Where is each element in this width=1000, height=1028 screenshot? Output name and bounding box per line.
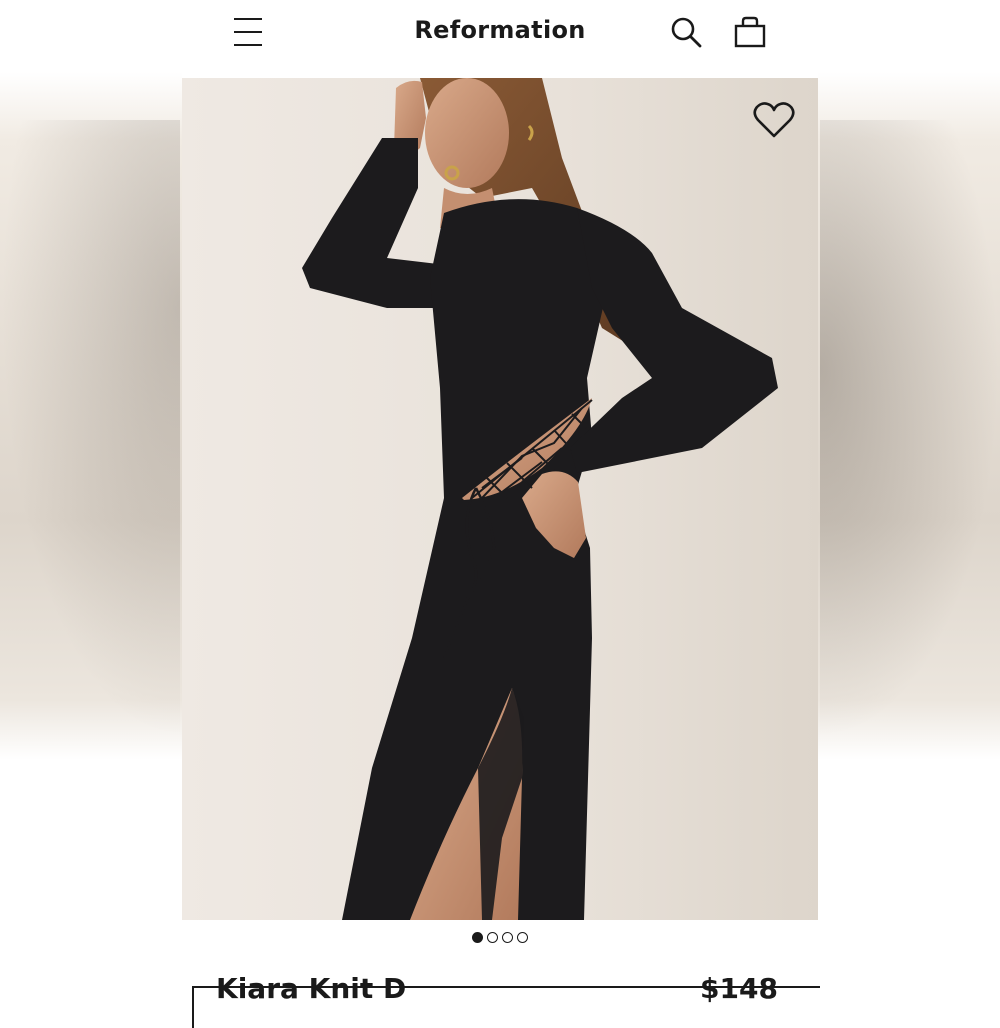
menu-line <box>234 31 262 33</box>
search-icon[interactable] <box>668 14 704 50</box>
carousel-dot-4[interactable] <box>517 932 528 943</box>
carousel-dot-3[interactable] <box>502 932 513 943</box>
product-image[interactable] <box>182 78 818 920</box>
shopping-bag-icon[interactable] <box>732 14 768 50</box>
brand-logo-container: Reformation <box>182 16 818 44</box>
site-header: Reformation <box>182 0 818 70</box>
heart-outline-icon[interactable] <box>752 100 796 140</box>
backdrop-shade-left <box>0 120 180 740</box>
product-page: Reformation Kiara Knit D $148 <box>182 0 820 1028</box>
product-price: $148 <box>700 972 778 1005</box>
brand-logo[interactable]: Reformation <box>414 16 585 44</box>
backdrop-shade-right <box>820 120 1000 740</box>
product-photo <box>182 78 818 920</box>
menu-line <box>234 44 262 46</box>
hamburger-menu-icon[interactable] <box>234 18 262 46</box>
menu-line <box>234 18 262 20</box>
carousel-dot-2[interactable] <box>487 932 498 943</box>
carousel-dot-1[interactable] <box>472 932 483 943</box>
image-carousel-dots <box>182 932 818 943</box>
product-name: Kiara Knit D <box>216 972 407 1005</box>
